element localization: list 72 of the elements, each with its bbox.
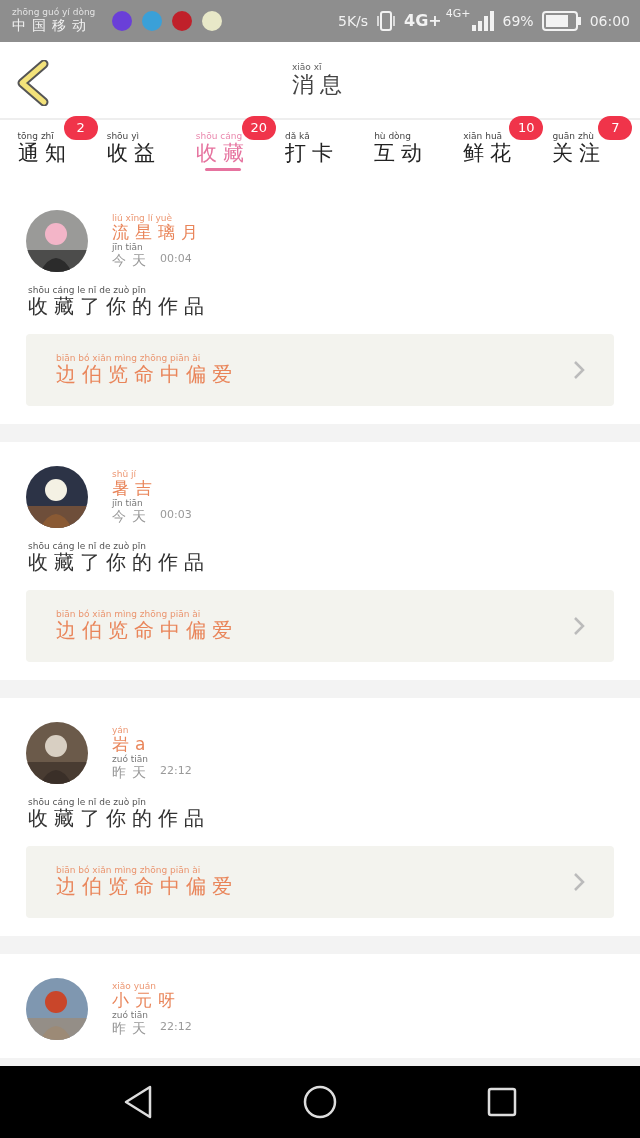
message-text: 收藏了你的作品 [28, 551, 210, 574]
user-name[interactable]: 岩a [112, 735, 152, 755]
app-icon [201, 10, 224, 32]
time-label: 00:04 [160, 251, 192, 268]
null: 边伯览命中偏爱 [56, 875, 238, 898]
pinyin-text: hù dòng [374, 132, 412, 141]
pinyin-text: biān bó xiǎn mìng zhōng piān ài [56, 610, 201, 619]
time-label: 22:12 [160, 763, 192, 780]
network-speed: 5K/s [338, 11, 369, 31]
null: 边伯览命中偏爱 [56, 363, 238, 386]
pinyin-text: shōu cáng [195, 132, 243, 141]
pinyin-text: yán [112, 726, 129, 736]
signal-icon [470, 10, 495, 32]
pinyin-text: shōu yì [106, 132, 139, 141]
tab[interactable]: hù dòng 互动 [374, 120, 429, 174]
chevron-icon [572, 871, 586, 893]
app-icon [111, 10, 134, 32]
pinyin-text: jīn tiān [112, 242, 143, 252]
back-nav-icon[interactable] [123, 1085, 153, 1119]
pinyin-text: jīn tiān [112, 498, 143, 508]
work-link[interactable]: biān bó xiǎn mìng zhōng piān ài 边伯览命中偏爱 [26, 590, 614, 662]
work-link[interactable]: biān bó xiǎn mìng zhōng piān ài 边伯览命中偏爱 [26, 846, 614, 918]
pinyin-text: liú xīng lí yuè [112, 214, 173, 224]
battery-icon [541, 11, 582, 31]
date-label: 今天 [112, 251, 152, 268]
pinyin-text: tōng zhī [17, 132, 54, 141]
pinyin-text: dǎ kǎ [285, 132, 310, 141]
count-badge: 7 [598, 116, 633, 140]
clock: 06:00 [589, 11, 630, 31]
pinyin-text: xiāo xī [292, 62, 322, 72]
vibrate-icon [376, 10, 397, 32]
count-badge: 2 [63, 116, 98, 140]
network-type: 4G+ [445, 6, 471, 22]
pinyin-text: zuó tiān [112, 1010, 149, 1020]
count-badge: 20 [241, 116, 276, 140]
tab[interactable]: dǎ kǎ 打卡 [285, 120, 339, 174]
tab[interactable]: shōu yì 收益 [106, 120, 161, 174]
user-name[interactable]: 暑吉 [112, 479, 158, 499]
pinyin-text: shōu cáng le nǐ de zuò pǐn [28, 798, 146, 807]
time-label: 00:03 [160, 507, 192, 524]
battery-percent: 69% [502, 11, 534, 31]
pinyin-text: guān zhù [552, 132, 595, 141]
network-type: 4G+ [404, 10, 442, 32]
date-label: 昨天 [112, 763, 152, 780]
pinyin-text: xiǎo yuán [112, 982, 156, 992]
work-link[interactable]: biān bó xiǎn mìng zhōng piān ài 边伯览命中偏爱 [26, 334, 614, 406]
chevron-icon [572, 359, 586, 381]
back-button[interactable] [16, 60, 50, 106]
count-badge: 10 [509, 116, 544, 140]
date-label: 今天 [112, 507, 152, 524]
home-nav-icon[interactable] [303, 1085, 337, 1119]
pinyin-text: zhōng guó yí dòng [12, 8, 96, 18]
pinyin-text: shōu cáng le nǐ de zuò pǐn [28, 286, 146, 295]
pinyin-text: shōu cáng le nǐ de zuò pǐn [28, 542, 146, 551]
date-label: 昨天 [112, 1019, 152, 1036]
app-icon [141, 10, 164, 32]
null: 边伯览命中偏爱 [56, 619, 238, 642]
pinyin-text: biān bó xiǎn mìng zhōng piān ài [56, 354, 201, 363]
message-text: 收藏了你的作品 [28, 807, 210, 830]
recents-nav-icon[interactable] [487, 1087, 517, 1117]
app-icon [171, 10, 194, 32]
message-text: 收藏了你的作品 [28, 295, 210, 318]
user-name[interactable]: 流星璃月 [112, 223, 204, 243]
page-title: 消息 [292, 71, 348, 98]
pinyin-text: biān bó xiǎn mìng zhōng piān ài [56, 866, 201, 875]
pinyin-text: zuó tiān [112, 754, 149, 764]
pinyin-text: xiān huā [463, 132, 503, 141]
pinyin-text: shǔ jí [112, 470, 136, 480]
chevron-icon [572, 615, 586, 637]
carrier-name: 中国移动 [12, 17, 92, 34]
user-name[interactable]: 小元呀 [112, 991, 181, 1011]
time-label: 22:12 [160, 1019, 192, 1036]
